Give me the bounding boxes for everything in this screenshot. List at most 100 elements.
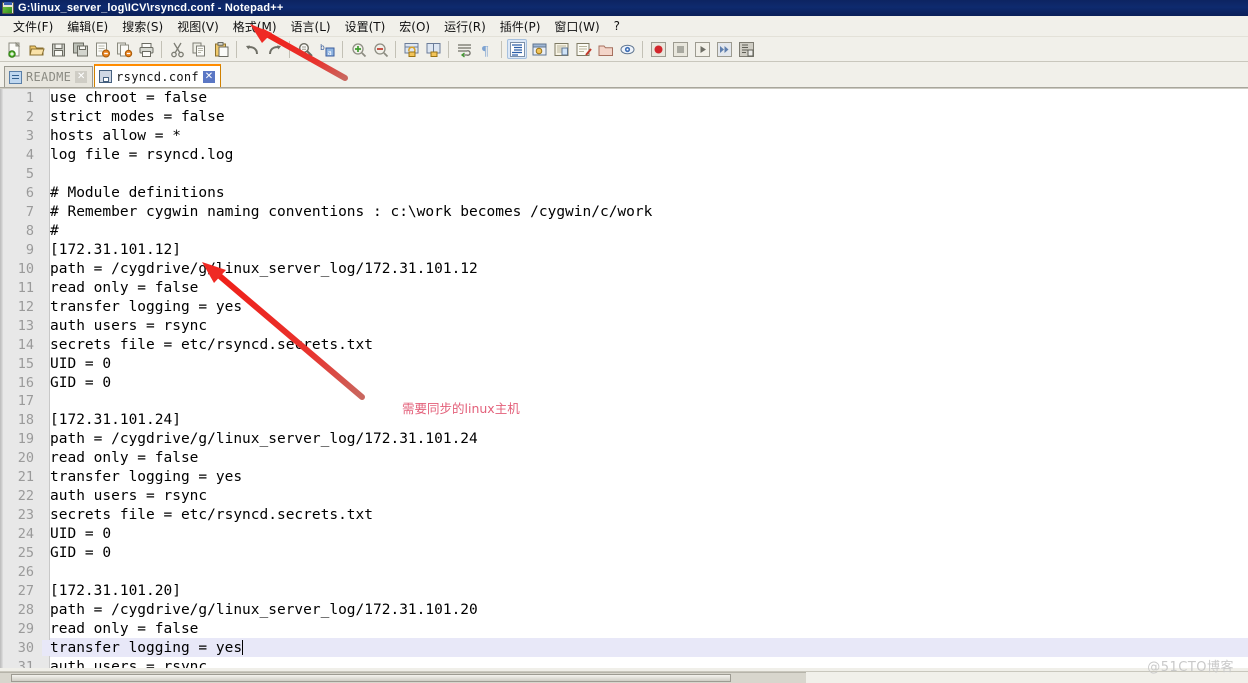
toolbar-separator xyxy=(161,40,162,58)
line-number: 1 xyxy=(25,90,34,107)
line-number: 2 xyxy=(25,109,34,126)
zoom-in-icon[interactable] xyxy=(348,39,368,59)
line-number: 7 xyxy=(25,204,34,221)
menu-help[interactable]: ? xyxy=(607,17,627,35)
open-file-icon[interactable] xyxy=(26,39,46,59)
function-list-icon[interactable] xyxy=(573,39,593,59)
line-text: read only = false xyxy=(50,450,199,467)
find-icon[interactable] xyxy=(295,39,315,59)
close-file-icon[interactable] xyxy=(92,39,112,59)
line-number: 29 xyxy=(17,620,34,637)
monitoring-icon[interactable] xyxy=(617,39,637,59)
print-icon[interactable] xyxy=(136,39,156,59)
menu-view[interactable]: 视图(V) xyxy=(170,16,226,37)
cut-icon[interactable] xyxy=(167,39,187,59)
toolbar-separator xyxy=(236,40,237,58)
tab-rsyncd-conf[interactable]: rsyncd.conf ✕ xyxy=(94,64,221,87)
code-line[interactable]: 31 auth users = rsync xyxy=(0,657,1248,668)
document-icon xyxy=(9,70,22,84)
macro-stop-icon[interactable] xyxy=(670,39,690,59)
save-icon[interactable] xyxy=(48,39,68,59)
save-all-icon[interactable] xyxy=(70,39,90,59)
sync-horizontal-icon[interactable] xyxy=(423,39,443,59)
menu-window[interactable]: 窗口(W) xyxy=(547,16,606,37)
macro-save-icon[interactable] xyxy=(736,39,756,59)
code-line[interactable]: 2 strict modes = false xyxy=(0,108,1248,127)
menu-language[interactable]: 语言(L) xyxy=(284,16,338,37)
all-chars-icon[interactable]: ¶ xyxy=(476,39,496,59)
macro-playback-icon[interactable] xyxy=(692,39,712,59)
menu-search[interactable]: 搜索(S) xyxy=(115,16,170,37)
code-line[interactable]: 11 read only = false xyxy=(0,278,1248,297)
tab-rsyncd-conf-close-icon[interactable]: ✕ xyxy=(202,70,215,83)
line-number: 12 xyxy=(17,298,34,315)
sync-vertical-icon[interactable] xyxy=(401,39,421,59)
code-line[interactable]: 26 xyxy=(0,562,1248,581)
line-text: GID = 0 xyxy=(50,374,112,391)
menu-file[interactable]: 文件(F) xyxy=(6,16,60,37)
user-define-dialog-icon[interactable] xyxy=(529,39,549,59)
code-line[interactable]: 6 # Module definitions xyxy=(0,184,1248,203)
horizontal-scrollbar[interactable] xyxy=(0,672,806,683)
menu-macro[interactable]: 宏(O) xyxy=(392,16,437,37)
code-editor[interactable]: 1 use chroot = false 2 strict modes = false… xyxy=(0,88,1248,668)
code-line[interactable]: 3 hosts allow = * xyxy=(0,127,1248,146)
menu-edit[interactable]: 编辑(E) xyxy=(60,16,115,37)
word-wrap-icon[interactable] xyxy=(454,39,474,59)
code-line[interactable]: 21 transfer logging = yes xyxy=(0,468,1248,487)
code-line[interactable]: 13 auth users = rsync xyxy=(0,316,1248,335)
code-line[interactable]: 30 transfer logging = yes xyxy=(0,638,1248,658)
code-line[interactable]: 19 path = /cygdrive/g/linux_server_log/17… xyxy=(0,430,1248,449)
toolbar-separator xyxy=(501,40,502,58)
code-line[interactable]: 16 GID = 0 xyxy=(0,373,1248,392)
code-line[interactable]: 27 [172.31.101.20] xyxy=(0,581,1248,600)
code-line[interactable]: 10 path = /cygdrive/g/linux_server_log/17… xyxy=(0,259,1248,278)
menu-settings[interactable]: 设置(T) xyxy=(338,16,393,37)
code-line[interactable]: 15 UID = 0 xyxy=(0,354,1248,373)
annotation-callout-label: 需要同步的linux主机 xyxy=(402,401,520,416)
code-text-area[interactable]: 1 use chroot = false 2 strict modes = false… xyxy=(0,89,1248,668)
line-number: 26 xyxy=(17,563,34,580)
indent-guide-icon[interactable] xyxy=(507,39,527,59)
copy-icon[interactable] xyxy=(189,39,209,59)
line-text: UID = 0 xyxy=(50,355,112,372)
code-line[interactable]: 23 secrets file = etc/rsyncd.secrets.txt xyxy=(0,506,1248,525)
macro-run-multiple-icon[interactable] xyxy=(714,39,734,59)
code-line[interactable]: 9 [172.31.101.12] xyxy=(0,241,1248,260)
code-line[interactable]: 4 log file = rsyncd.log xyxy=(0,146,1248,165)
code-line[interactable]: 20 read only = false xyxy=(0,449,1248,468)
code-line[interactable]: 17 xyxy=(0,392,1248,411)
code-line[interactable]: 18 [172.31.101.24] xyxy=(0,411,1248,430)
new-file-icon[interactable] xyxy=(4,39,24,59)
tab-readme[interactable]: README ✕ xyxy=(4,66,94,87)
tab-readme-close-icon[interactable]: ✕ xyxy=(75,71,88,83)
code-line[interactable]: 12 transfer logging = yes xyxy=(0,297,1248,316)
line-text: # Remember cygwin naming conventions : c… xyxy=(50,204,653,221)
replace-icon[interactable]: ba xyxy=(317,39,337,59)
doc-map-icon[interactable] xyxy=(551,39,571,59)
redo-icon[interactable] xyxy=(264,39,284,59)
code-line[interactable]: 28 path = /cygdrive/g/linux_server_log/17… xyxy=(0,600,1248,619)
menu-run[interactable]: 运行(R) xyxy=(437,16,493,37)
macro-record-icon[interactable] xyxy=(648,39,668,59)
menu-format[interactable]: 格式(M) xyxy=(226,16,284,37)
tab-rsyncd-conf-label: rsyncd.conf xyxy=(116,69,199,84)
line-number: 16 xyxy=(17,374,34,391)
code-line[interactable]: 24 UID = 0 xyxy=(0,525,1248,544)
paste-icon[interactable] xyxy=(211,39,231,59)
code-line[interactable]: 14 secrets file = etc/rsyncd.secrets.txt xyxy=(0,335,1248,354)
undo-icon[interactable] xyxy=(242,39,262,59)
folder-workspace-icon[interactable] xyxy=(595,39,615,59)
line-text: [172.31.101.12] xyxy=(50,241,181,258)
code-line[interactable]: 22 auth users = rsync xyxy=(0,487,1248,506)
code-line[interactable]: 7 # Remember cygwin naming conventions : … xyxy=(0,203,1248,222)
menu-plugins[interactable]: 插件(P) xyxy=(493,16,548,37)
close-all-icon[interactable] xyxy=(114,39,134,59)
code-line[interactable]: 8 # xyxy=(0,222,1248,241)
code-line[interactable]: 29 read only = false xyxy=(0,619,1248,638)
zoom-out-icon[interactable] xyxy=(370,39,390,59)
code-line[interactable]: 1 use chroot = false xyxy=(0,89,1248,108)
code-line[interactable]: 5 xyxy=(0,165,1248,184)
status-bar xyxy=(0,671,1248,683)
code-line[interactable]: 25 GID = 0 xyxy=(0,544,1248,563)
